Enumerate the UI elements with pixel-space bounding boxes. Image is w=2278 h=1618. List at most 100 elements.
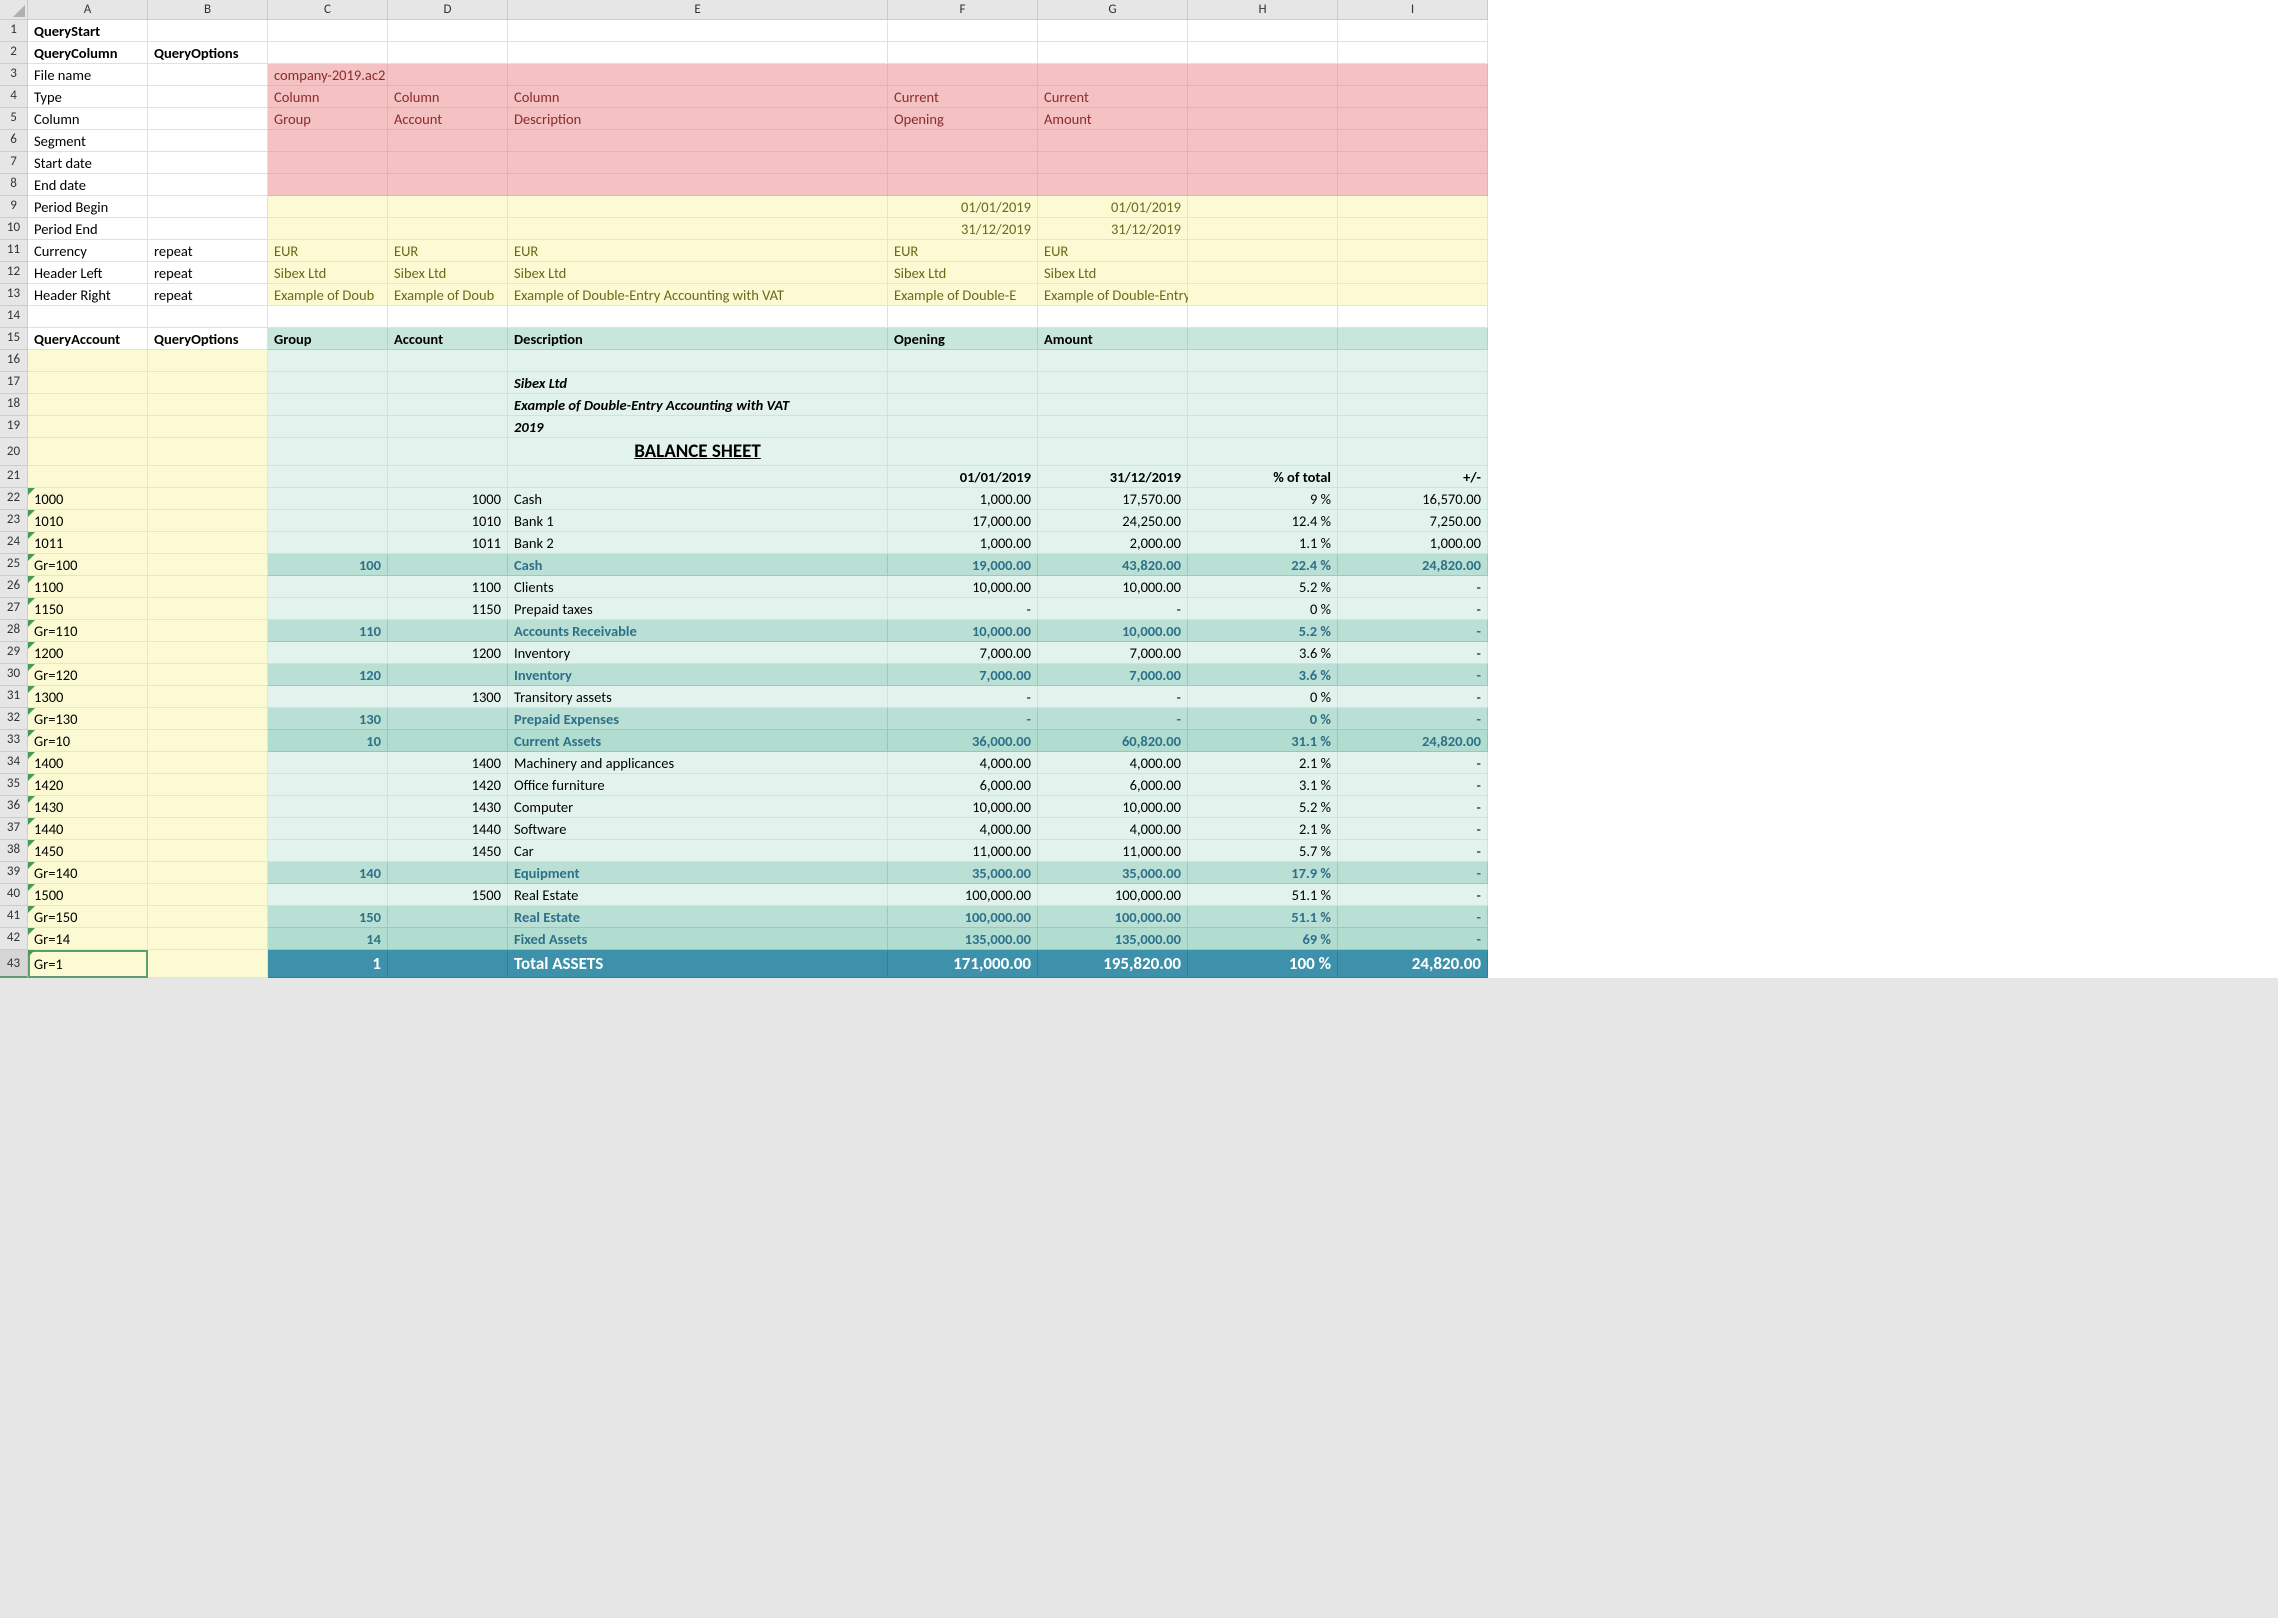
row-header[interactable]: 33: [0, 730, 28, 752]
cell-H35[interactable]: 3.1 %: [1188, 774, 1338, 796]
cell-G42[interactable]: 135,000.00: [1038, 928, 1188, 950]
row-header[interactable]: 43: [0, 950, 28, 978]
cell-A27[interactable]: 1150: [28, 598, 148, 620]
cell-D3[interactable]: [388, 64, 508, 86]
cell-B42[interactable]: [148, 928, 268, 950]
cell-F37[interactable]: 4,000.00: [888, 818, 1038, 840]
cell-D20[interactable]: [388, 438, 508, 466]
cell-E4[interactable]: Column: [508, 86, 888, 108]
cell-B7[interactable]: [148, 152, 268, 174]
cell-D15[interactable]: Account: [388, 328, 508, 350]
cell-I40[interactable]: -: [1338, 884, 1488, 906]
cell-A13[interactable]: Header Right: [28, 284, 148, 306]
row-header[interactable]: 15: [0, 328, 28, 350]
cell-G26[interactable]: 10,000.00: [1038, 576, 1188, 598]
cell-D43[interactable]: [388, 950, 508, 978]
cell-I10[interactable]: [1338, 218, 1488, 240]
cell-C5[interactable]: Group: [268, 108, 388, 130]
cell-B25[interactable]: [148, 554, 268, 576]
cell-G28[interactable]: 10,000.00: [1038, 620, 1188, 642]
cell-B34[interactable]: [148, 752, 268, 774]
row-header[interactable]: 19: [0, 416, 28, 438]
cell-F28[interactable]: 10,000.00: [888, 620, 1038, 642]
cell-C36[interactable]: [268, 796, 388, 818]
cell-I3[interactable]: [1338, 64, 1488, 86]
cell-H26[interactable]: 5.2 %: [1188, 576, 1338, 598]
cell-G35[interactable]: 6,000.00: [1038, 774, 1188, 796]
cell-A20[interactable]: [28, 438, 148, 466]
cell-E13[interactable]: Example of Double-Entry Accounting with …: [508, 284, 888, 306]
cell-D26[interactable]: 1100: [388, 576, 508, 598]
cell-A14[interactable]: [28, 306, 148, 328]
cell-G38[interactable]: 11,000.00: [1038, 840, 1188, 862]
cell-A32[interactable]: Gr=130: [28, 708, 148, 730]
cell-I4[interactable]: [1338, 86, 1488, 108]
cell-A22[interactable]: 1000: [28, 488, 148, 510]
column-header-G[interactable]: G: [1038, 0, 1188, 20]
cell-D30[interactable]: [388, 664, 508, 686]
cell-I32[interactable]: -: [1338, 708, 1488, 730]
row-header[interactable]: 10: [0, 218, 28, 240]
cell-I30[interactable]: -: [1338, 664, 1488, 686]
row-header[interactable]: 34: [0, 752, 28, 774]
cell-A15[interactable]: QueryAccount: [28, 328, 148, 350]
cell-I19[interactable]: [1338, 416, 1488, 438]
cell-D6[interactable]: [388, 130, 508, 152]
cell-G43[interactable]: 195,820.00: [1038, 950, 1188, 978]
cell-B9[interactable]: [148, 196, 268, 218]
cell-I37[interactable]: -: [1338, 818, 1488, 840]
cell-H29[interactable]: 3.6 %: [1188, 642, 1338, 664]
cell-C14[interactable]: [268, 306, 388, 328]
cell-B5[interactable]: [148, 108, 268, 130]
row-header[interactable]: 14: [0, 306, 28, 328]
cell-F43[interactable]: 171,000.00: [888, 950, 1038, 978]
cell-D12[interactable]: Sibex Ltd: [388, 262, 508, 284]
cell-F39[interactable]: 35,000.00: [888, 862, 1038, 884]
cell-C12[interactable]: Sibex Ltd: [268, 262, 388, 284]
cell-A30[interactable]: Gr=120: [28, 664, 148, 686]
cell-B29[interactable]: [148, 642, 268, 664]
cell-F7[interactable]: [888, 152, 1038, 174]
cell-H9[interactable]: [1188, 196, 1338, 218]
row-header[interactable]: 42: [0, 928, 28, 950]
cell-H12[interactable]: [1188, 262, 1338, 284]
cell-E8[interactable]: [508, 174, 888, 196]
cell-B21[interactable]: [148, 466, 268, 488]
row-header[interactable]: 1: [0, 20, 28, 42]
cell-E31[interactable]: Transitory assets: [508, 686, 888, 708]
cell-D2[interactable]: [388, 42, 508, 64]
cell-C30[interactable]: 120: [268, 664, 388, 686]
cell-C4[interactable]: Column: [268, 86, 388, 108]
cell-I11[interactable]: [1338, 240, 1488, 262]
cell-D9[interactable]: [388, 196, 508, 218]
cell-F9[interactable]: 01/01/2019: [888, 196, 1038, 218]
cell-C6[interactable]: [268, 130, 388, 152]
cell-F1[interactable]: [888, 20, 1038, 42]
cell-A35[interactable]: 1420: [28, 774, 148, 796]
cell-A9[interactable]: Period Begin: [28, 196, 148, 218]
cell-C42[interactable]: 14: [268, 928, 388, 950]
cell-I1[interactable]: [1338, 20, 1488, 42]
cell-F5[interactable]: Opening: [888, 108, 1038, 130]
cell-C8[interactable]: [268, 174, 388, 196]
row-header[interactable]: 11: [0, 240, 28, 262]
cell-E5[interactable]: Description: [508, 108, 888, 130]
cell-H21[interactable]: % of total: [1188, 466, 1338, 488]
cell-F24[interactable]: 1,000.00: [888, 532, 1038, 554]
cell-B14[interactable]: [148, 306, 268, 328]
cell-C17[interactable]: [268, 372, 388, 394]
cell-E35[interactable]: Office furniture: [508, 774, 888, 796]
cell-F36[interactable]: 10,000.00: [888, 796, 1038, 818]
cell-G10[interactable]: 31/12/2019: [1038, 218, 1188, 240]
cell-C11[interactable]: EUR: [268, 240, 388, 262]
cell-G36[interactable]: 10,000.00: [1038, 796, 1188, 818]
cell-B27[interactable]: [148, 598, 268, 620]
cell-I15[interactable]: [1338, 328, 1488, 350]
cell-I24[interactable]: 1,000.00: [1338, 532, 1488, 554]
cell-B17[interactable]: [148, 372, 268, 394]
cell-A33[interactable]: Gr=10: [28, 730, 148, 752]
cell-F31[interactable]: -: [888, 686, 1038, 708]
row-header[interactable]: 17: [0, 372, 28, 394]
cell-F6[interactable]: [888, 130, 1038, 152]
cell-I2[interactable]: [1338, 42, 1488, 64]
